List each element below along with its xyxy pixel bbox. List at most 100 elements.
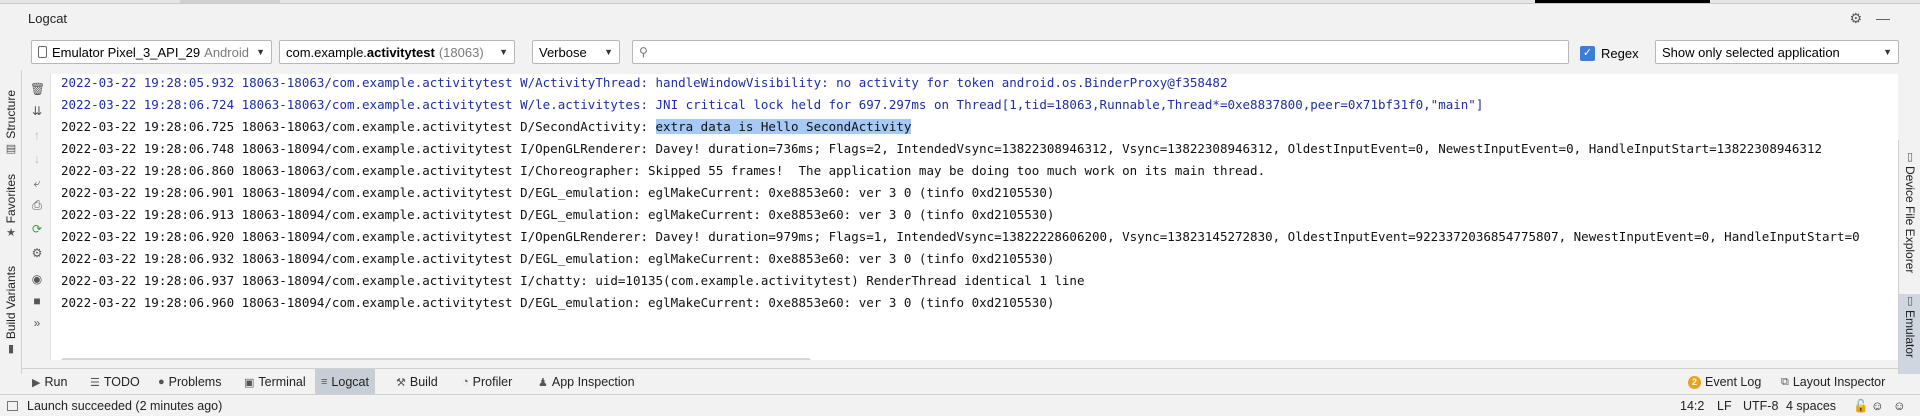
log-line: 2022-03-22 19:28:06.725 18063-18063/com.… (61, 116, 912, 138)
run-label: Run (44, 375, 68, 389)
log-line: 2022-03-22 19:28:06.920 18063-18094/com.… (61, 229, 1860, 244)
structure-icon: ▤ (5, 142, 17, 155)
caret-position[interactable]: 14:2 (1680, 395, 1704, 416)
tab-build-variants[interactable]: Build Variants ▮ (0, 266, 22, 355)
trash-icon[interactable]: 🗑 (30, 82, 45, 96)
phone-icon (38, 46, 47, 58)
tool-window-title: Logcat (28, 10, 68, 26)
build-variants-icon: ▮ (7, 343, 15, 356)
bottom-tool-tabs: ▶ Run ☰ TODO ● Problems ▣ Terminal ≡ Log… (22, 368, 1898, 395)
emulator-icon: ▯ (1906, 295, 1914, 307)
process-name: activitytest (366, 44, 435, 60)
gauge-icon: ◔ (462, 376, 469, 388)
terminal-icon: ▣ (244, 376, 255, 389)
chevron-down-icon: ▼ (499, 47, 508, 57)
tab-structure[interactable]: Structure ▤ (0, 90, 22, 155)
arrow-up-icon[interactable]: ↑ (30, 128, 44, 142)
log-line-prefix: 2022-03-22 19:28:06.725 18063-18063/com.… (61, 119, 656, 134)
file-encoding[interactable]: UTF-8 (1743, 395, 1778, 416)
tab-favorites[interactable]: Favorites ★ (0, 174, 22, 239)
device-os: Android (204, 44, 249, 60)
logcat-header: Logcat ⚙ — (22, 6, 1898, 30)
tab-app-inspection[interactable]: ♟ App Inspection (532, 369, 641, 395)
indent-setting[interactable]: 4 spaces (1786, 395, 1836, 416)
lock-icon[interactable]: 🔓 (1853, 395, 1869, 416)
more-icon[interactable]: » (30, 316, 44, 330)
emulator-label: Emulator (1903, 310, 1917, 359)
logcat-icon: ≡ (321, 376, 328, 388)
selected-text: extra data is Hello SecondActivity (655, 119, 912, 134)
camera-icon[interactable]: ◉ (30, 272, 44, 286)
log-level-dropdown[interactable]: Verbose ▼ (532, 40, 620, 64)
logcat-actions: 🗑 ⇊ ↑ ↓ ⤶ ⎙ ⟳ ⚙ ◉ ■ » (24, 76, 50, 368)
logcat-label: Logcat (331, 375, 369, 389)
star-icon: ★ (6, 227, 16, 240)
tab-event-log[interactable]: 2 Event Log (1682, 369, 1767, 395)
minimize-icon[interactable]: — (1876, 10, 1890, 26)
profiler-label: Profiler (472, 375, 513, 389)
hammer-icon: ⚒ (396, 376, 406, 389)
structure-label: Structure (4, 90, 18, 139)
app-filter-value: Show only selected application (1662, 44, 1840, 60)
log-line: 2022-03-22 19:28:05.932 18063-18063/com.… (61, 75, 1228, 90)
status-toggle-icon[interactable] (7, 401, 18, 411)
left-tool-strip: Structure ▤ Favorites ★ Build Variants ▮ (0, 70, 22, 374)
video-icon[interactable]: ■ (30, 294, 44, 308)
tab-problems[interactable]: ● Problems (152, 369, 227, 395)
scroll-to-end-icon[interactable]: ⇊ (30, 104, 44, 118)
soft-wrap-icon[interactable]: ⤶ (30, 176, 44, 191)
search-icon: ⚲ (639, 45, 648, 59)
tab-device-file-explorer[interactable]: ▯ Device File Explorer (1899, 150, 1920, 273)
device-name: Emulator Pixel_3_API_29 (52, 44, 201, 60)
window-top-tab-fragment (180, 0, 280, 3)
device-file-explorer-icon: ▯ (1906, 151, 1914, 163)
process-pid: (18063) (438, 44, 484, 60)
gear-icon[interactable]: ⚙ (1849, 10, 1862, 27)
regex-toggle[interactable]: ✓ Regex (1580, 44, 1639, 62)
log-level-value: Verbose (539, 44, 587, 60)
build-label: Build (409, 375, 438, 389)
tab-run[interactable]: ▶ Run (26, 369, 73, 395)
tab-terminal[interactable]: ▣ Terminal (238, 369, 312, 395)
terminal-label: Terminal (258, 375, 306, 389)
chevron-down-icon: ▼ (1883, 47, 1892, 57)
problems-label: Problems (168, 375, 222, 389)
info-icon: ● (158, 376, 165, 388)
log-line: 2022-03-22 19:28:06.860 18063-18063/com.… (61, 163, 1266, 178)
regex-checkbox[interactable]: ✓ (1580, 45, 1595, 61)
gear-icon[interactable]: ⚙ (30, 246, 44, 260)
log-search-box: ⚲ (632, 40, 1569, 64)
log-line: 2022-03-22 19:28:06.960 18063-18094/com.… (61, 295, 1055, 310)
regex-label: Regex (1601, 45, 1639, 61)
print-icon[interactable]: ⎙ (30, 198, 44, 213)
horizontal-scrollbar[interactable] (61, 358, 811, 360)
event-log-label: Event Log (1705, 375, 1762, 389)
device-dropdown[interactable]: Emulator Pixel_3_API_29 Android ▼ (31, 40, 272, 64)
restart-icon[interactable]: ⟳ (30, 222, 44, 236)
play-icon: ▶ (32, 376, 41, 389)
smiley-icon[interactable]: ☺ (1893, 395, 1906, 416)
log-search-input[interactable] (651, 44, 1552, 60)
tab-profiler[interactable]: ◔ Profiler (456, 369, 518, 395)
app-filter-dropdown[interactable]: Show only selected application ▼ (1655, 40, 1899, 64)
tab-build[interactable]: ⚒ Build (390, 369, 444, 395)
smiley-icon[interactable]: ☺ (1871, 395, 1884, 416)
status-bar: Launch succeeded (2 minutes ago) 14:2 LF… (0, 394, 1920, 416)
inspection-icon: ♟ (538, 376, 548, 389)
log-line: 2022-03-22 19:28:06.748 18063-18094/com.… (61, 141, 1822, 156)
process-prefix: com.example. (286, 44, 367, 60)
status-message[interactable]: Launch succeeded (2 minutes ago) (27, 395, 222, 416)
tab-logcat[interactable]: ≡ Logcat (315, 369, 375, 395)
favorites-label: Favorites (4, 174, 18, 224)
tab-todo[interactable]: ☰ TODO (84, 369, 146, 395)
arrow-down-icon[interactable]: ↓ (30, 152, 44, 166)
log-line: 2022-03-22 19:28:06.937 18063-18094/com.… (61, 273, 1085, 288)
build-variants-label: Build Variants (4, 266, 18, 340)
chevron-down-icon: ▼ (256, 47, 265, 57)
log-output[interactable]: 2022-03-22 19:28:05.932 18063-18063/com.… (50, 74, 1898, 360)
line-separator[interactable]: LF (1717, 395, 1732, 416)
tab-emulator[interactable]: ▯ Emulator (1899, 294, 1920, 374)
process-dropdown[interactable]: com.example. activitytest (18063) ▼ (279, 40, 515, 64)
tab-layout-inspector[interactable]: ⧉ Layout Inspector (1775, 369, 1891, 395)
list-icon: ☰ (90, 376, 100, 389)
